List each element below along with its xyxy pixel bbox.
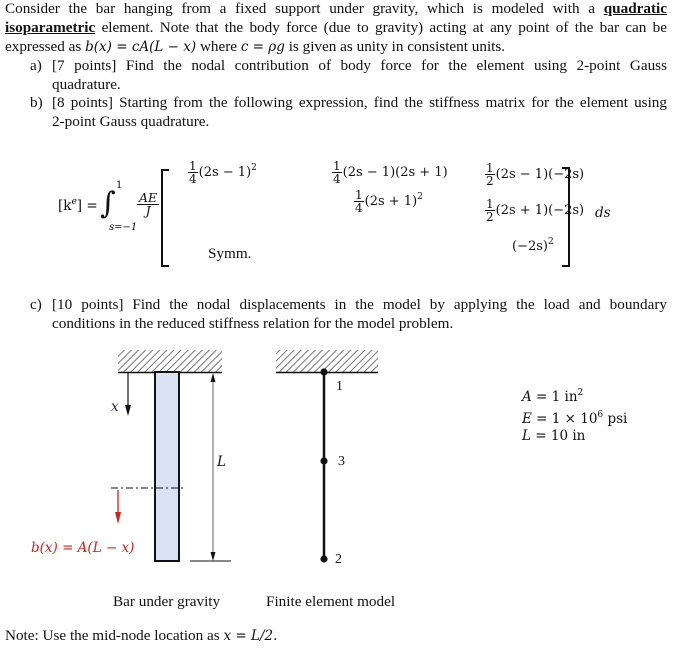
property-value: = 1 × 10 bbox=[536, 410, 598, 427]
note-line: Note: Use the mid-node location as x = L… bbox=[5, 626, 277, 646]
dimension-arrow-bottom bbox=[210, 552, 216, 561]
body-force-label: b(x) = A(L − x) bbox=[31, 540, 135, 556]
property-symbol: L bbox=[522, 428, 531, 444]
property-area: A = 1 in2 bbox=[522, 385, 627, 407]
note-text: Note: Use the mid-node location as bbox=[5, 627, 220, 644]
node-2-marker bbox=[320, 555, 328, 563]
property-value: = 1 in bbox=[536, 389, 578, 405]
caption-bar-under-gravity: Bar under gravity bbox=[113, 593, 221, 610]
node-1-label: 1 bbox=[336, 379, 343, 394]
fixed-support-hatch-right bbox=[276, 350, 378, 372]
length-label: L bbox=[217, 454, 226, 470]
body-force-arrow-head bbox=[115, 512, 121, 524]
property-modulus: E = 1 × 106 psi bbox=[522, 407, 627, 429]
note-equation: x = L/2. bbox=[223, 628, 278, 644]
property-value: = 10 in bbox=[535, 428, 586, 444]
x-axis-label: x bbox=[111, 399, 119, 415]
bar bbox=[154, 371, 180, 562]
property-symbol: A bbox=[522, 389, 532, 405]
node-3-label: 3 bbox=[338, 454, 345, 469]
node-3-marker bbox=[320, 457, 328, 465]
property-length: L = 10 in bbox=[522, 428, 627, 446]
material-properties: A = 1 in2 E = 1 × 106 psi L = 10 in bbox=[522, 385, 627, 446]
property-sup: 2 bbox=[577, 388, 584, 398]
fixed-support-hatch-left bbox=[118, 350, 222, 372]
caption-finite-element-model: Finite element model bbox=[266, 593, 396, 610]
node-2-label: 2 bbox=[335, 552, 342, 567]
finite-element-model-diagram bbox=[276, 350, 378, 563]
property-symbol: E bbox=[522, 410, 532, 427]
dimension-arrow-top bbox=[210, 373, 216, 382]
bar-under-gravity-diagram bbox=[111, 350, 231, 562]
property-unit: psi bbox=[603, 410, 628, 427]
x-axis-arrow-head bbox=[125, 405, 131, 416]
node-1-marker bbox=[320, 368, 328, 376]
